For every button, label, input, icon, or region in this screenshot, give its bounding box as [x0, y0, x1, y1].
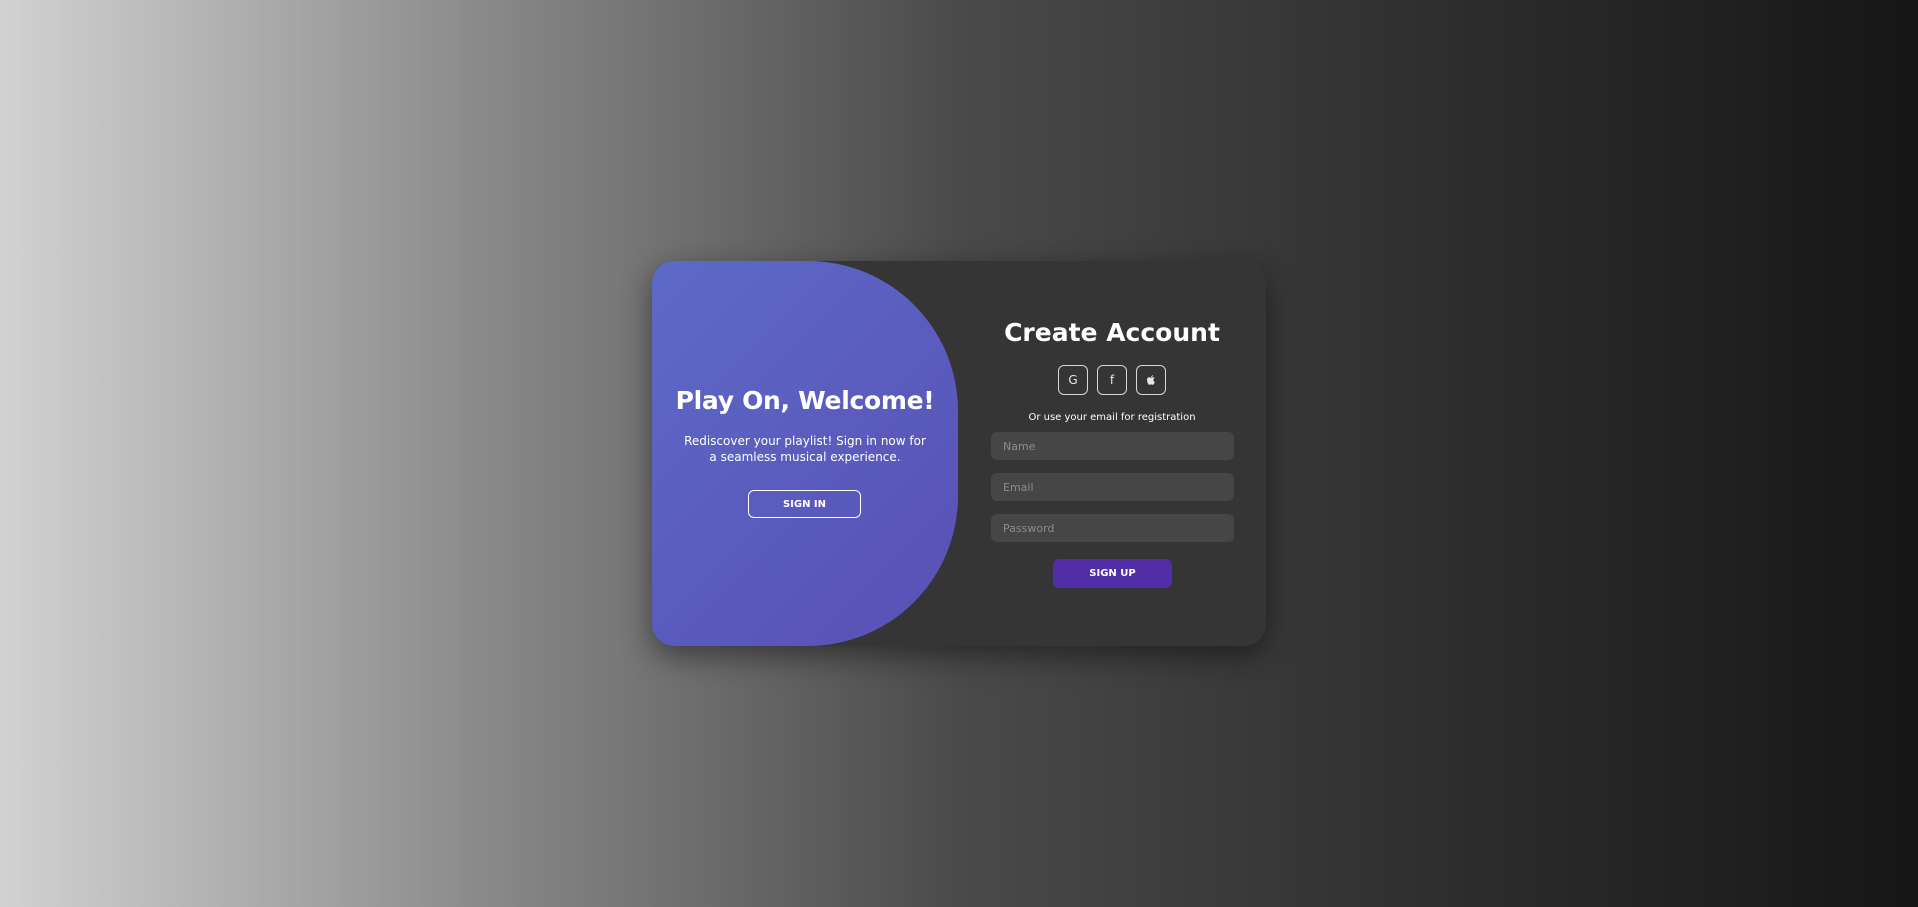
apple-icon[interactable]: [1136, 365, 1166, 395]
google-icon[interactable]: G: [1058, 365, 1088, 395]
welcome-title: Play On, Welcome!: [675, 386, 935, 415]
sign-in-button[interactable]: SIGN IN: [748, 490, 861, 518]
welcome-panel: Play On, Welcome! Rediscover your playli…: [652, 261, 958, 646]
apple-glyph: [1147, 375, 1155, 385]
social-login-group: G f: [958, 365, 1266, 395]
sign-up-button[interactable]: SIGN UP: [1053, 559, 1172, 588]
registration-hint: Or use your email for registration: [1028, 412, 1196, 423]
welcome-subtitle: Rediscover your playlist! Sign in now fo…: [684, 434, 926, 464]
form-title: Create Account: [1004, 318, 1220, 347]
name-field[interactable]: [991, 432, 1234, 460]
password-field[interactable]: [991, 514, 1234, 542]
facebook-icon[interactable]: f: [1097, 365, 1127, 395]
email-field[interactable]: [991, 473, 1234, 501]
auth-card: Play On, Welcome! Rediscover your playli…: [652, 261, 1266, 646]
signup-form: Create Account G f Or use your email for…: [958, 261, 1266, 646]
